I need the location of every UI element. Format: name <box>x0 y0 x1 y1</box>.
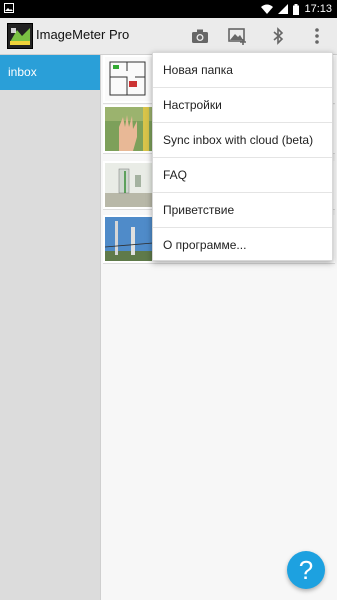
menu-item-sync-cloud[interactable]: Sync inbox with cloud (beta) <box>153 123 332 158</box>
image-notification-icon <box>4 3 14 13</box>
app-logo <box>7 23 33 49</box>
sidebar-item-inbox[interactable]: inbox <box>0 55 100 90</box>
folder-sidebar: inbox <box>0 55 101 600</box>
wifi-icon <box>261 4 274 14</box>
floor-plan-thumbnail <box>105 57 153 101</box>
app-bar: ImageMeter Pro <box>0 18 337 55</box>
signal-icon <box>278 4 289 14</box>
battery-icon <box>293 3 300 15</box>
room-photo-thumbnail <box>105 163 153 207</box>
help-button[interactable]: ? <box>287 551 325 589</box>
sidebar-item-label: inbox <box>8 65 37 79</box>
add-image-icon[interactable] <box>228 26 248 46</box>
bluetooth-icon[interactable] <box>268 26 288 46</box>
menu-item-welcome[interactable]: Приветствие <box>153 193 332 228</box>
status-bar: 17:13 <box>0 0 337 18</box>
menu-item-new-folder[interactable]: Новая папка <box>153 53 332 88</box>
overflow-menu: Новая папка Настройки Sync inbox with cl… <box>152 52 333 261</box>
clock: 17:13 <box>304 3 332 15</box>
menu-item-faq[interactable]: FAQ <box>153 158 332 193</box>
menu-item-about[interactable]: О программе... <box>153 228 332 262</box>
app-title: ImageMeter Pro <box>36 27 130 42</box>
menu-item-settings[interactable]: Настройки <box>153 88 332 123</box>
hand-photo-thumbnail <box>105 107 153 151</box>
outdoor-photo-thumbnail <box>105 217 153 261</box>
camera-icon[interactable] <box>190 26 210 46</box>
overflow-menu-icon[interactable] <box>307 26 327 46</box>
